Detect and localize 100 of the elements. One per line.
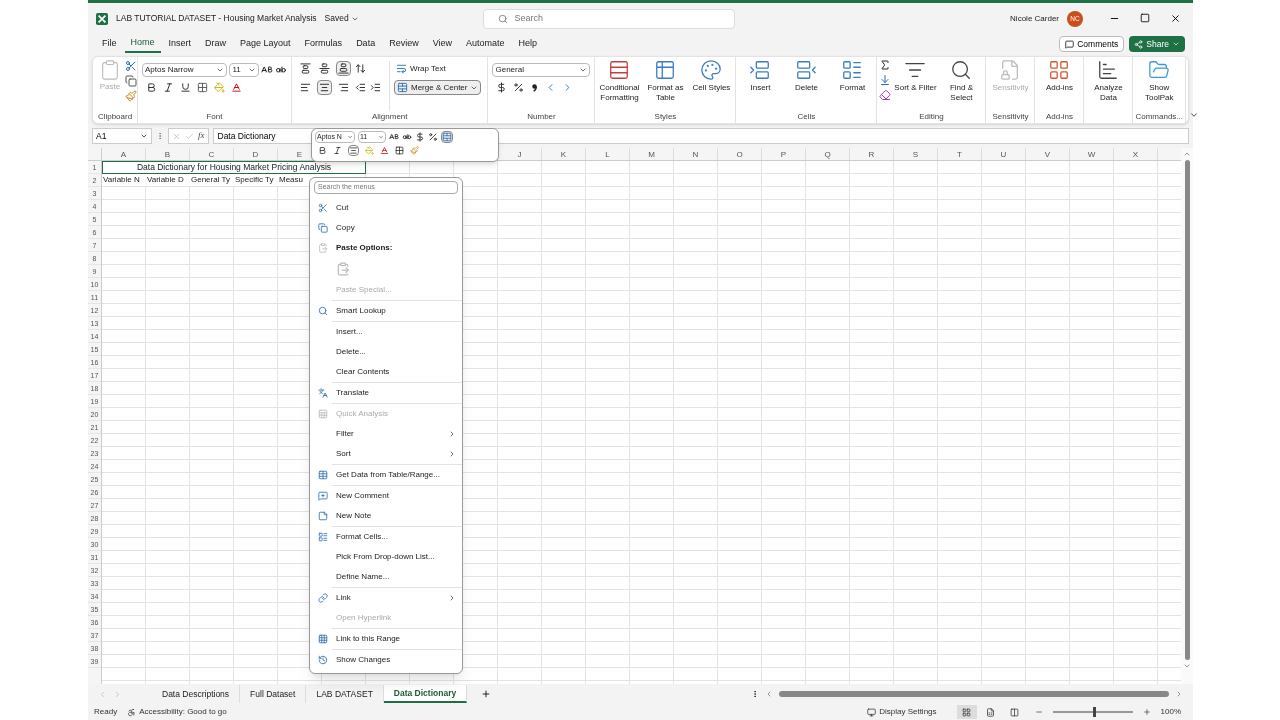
scroll-left-icon[interactable]: [765, 690, 773, 698]
column-header[interactable]: M: [630, 148, 674, 160]
center-align-button[interactable]: [348, 145, 359, 156]
middle-align-button[interactable]: [317, 61, 332, 76]
borders-icon[interactable]: [197, 82, 208, 93]
column-header[interactable]: V: [1026, 148, 1070, 160]
grow-font-icon[interactable]: [261, 64, 274, 76]
fill-color-icon[interactable]: [214, 82, 225, 93]
scroll-right-icon[interactable]: [1175, 690, 1183, 698]
eraser-icon[interactable]: [879, 89, 892, 101]
ribbon-button[interactable]: Show ToolPak: [1137, 57, 1182, 111]
table-cell[interactable]: General Ty: [190, 174, 234, 186]
name-box[interactable]: A1: [92, 128, 152, 144]
bold-icon[interactable]: [146, 82, 157, 93]
currency-icon[interactable]: [415, 132, 425, 142]
column-header[interactable]: X: [1114, 148, 1158, 160]
menu-item[interactable]: Translate: [310, 383, 462, 403]
fill-down-icon[interactable]: [879, 74, 892, 86]
column-header[interactable]: B: [146, 148, 190, 160]
increase-indent-icon[interactable]: [370, 82, 381, 93]
font-size-dropdown[interactable]: 11: [229, 63, 260, 77]
column-header[interactable]: D: [234, 148, 278, 160]
search-field[interactable]: Search: [483, 8, 736, 29]
copy-icon[interactable]: [125, 75, 137, 87]
column-header[interactable]: S: [894, 148, 938, 160]
maximize-icon[interactable]: [1140, 13, 1150, 23]
column-header[interactable]: N: [674, 148, 718, 160]
column-header[interactable]: O: [718, 148, 762, 160]
percent-icon[interactable]: [428, 132, 438, 142]
menu-tab[interactable]: View: [426, 35, 458, 53]
menu-item[interactable]: New Comment: [310, 486, 462, 506]
decrease-indent-icon[interactable]: [355, 82, 366, 93]
menu-tab[interactable]: Automate: [460, 35, 511, 53]
vertical-scrollbar[interactable]: [1181, 148, 1193, 684]
ribbon-button[interactable]: Analyze Data: [1086, 57, 1131, 111]
column-header[interactable]: W: [1070, 148, 1114, 160]
menu-tab[interactable]: Review: [383, 35, 425, 53]
center-align-button[interactable]: [317, 80, 332, 95]
ribbon-button[interactable]: Find & Select: [939, 57, 984, 111]
bold-icon[interactable]: [318, 146, 327, 155]
menu-item[interactable]: Copy: [310, 218, 462, 238]
underline-icon[interactable]: [180, 82, 191, 93]
ribbon-button[interactable]: Cell Styles: [689, 57, 734, 111]
comma-icon[interactable]: [530, 83, 540, 92]
menu-tab[interactable]: Page Layout: [234, 35, 297, 53]
sheet-tab[interactable]: Full Dataset: [240, 685, 307, 703]
merge-center-button[interactable]: [441, 131, 453, 143]
percent-icon[interactable]: [513, 82, 525, 93]
menu-tab[interactable]: Formulas: [298, 35, 349, 53]
share-button[interactable]: Share: [1129, 36, 1185, 52]
menu-item[interactable]: Sort: [310, 444, 462, 464]
font-color-icon[interactable]: [380, 146, 389, 155]
top-align-button[interactable]: [298, 61, 313, 76]
comments-button[interactable]: Comments: [1059, 36, 1125, 52]
orientation-icon[interactable]: [355, 63, 366, 74]
column-header[interactable]: L: [586, 148, 630, 160]
zoom-slider-thumb[interactable]: [1092, 707, 1096, 717]
column-header[interactable]: K: [542, 148, 586, 160]
ribbon-button[interactable]: Add-ins: [1037, 57, 1082, 111]
table-cell[interactable]: Variable N: [102, 174, 146, 186]
menu-item[interactable]: Define Name...: [310, 567, 462, 587]
add-sheet-icon[interactable]: [481, 689, 492, 699]
menu-item[interactable]: Link: [310, 588, 462, 608]
insert-function-button[interactable]: fx: [198, 129, 205, 143]
number-format-dropdown[interactable]: General: [492, 63, 591, 77]
menu-item[interactable]: Insert...: [310, 322, 462, 342]
collapse-ribbon-icon[interactable]: [1189, 110, 1200, 120]
grow-font-icon[interactable]: [389, 132, 399, 142]
sheet-tab[interactable]: LAB DATASET: [306, 685, 384, 703]
menu-item[interactable]: Link to this Range: [310, 629, 462, 649]
ribbon-button[interactable]: Sort & Filter: [893, 57, 938, 111]
display-settings-button[interactable]: Display Settings: [867, 706, 937, 718]
accessibility-button[interactable]: Accessibility: Good to go: [127, 706, 227, 718]
ribbon-button[interactable]: Format as Table: [643, 57, 688, 111]
column-header[interactable]: Q: [806, 148, 850, 160]
italic-icon[interactable]: [163, 82, 174, 93]
menu-tab[interactable]: Data: [350, 35, 382, 53]
table-cell[interactable]: Variable D: [146, 174, 190, 186]
ribbon-button[interactable]: Insert: [738, 57, 783, 111]
menu-item[interactable]: Filter: [310, 424, 462, 444]
close-icon[interactable]: [1170, 13, 1181, 24]
column-header[interactable]: R: [850, 148, 894, 160]
save-status[interactable]: Saved: [324, 12, 359, 25]
column-header[interactable]: T: [938, 148, 982, 160]
sheet-tab[interactable]: Data Dictionary: [383, 685, 468, 703]
font-name-dropdown[interactable]: Aptos Narrow: [142, 63, 228, 77]
menu-tab[interactable]: Insert: [162, 35, 198, 53]
fill-color-icon[interactable]: [365, 146, 374, 155]
menu-item[interactable]: Format Cells...: [310, 527, 462, 547]
ribbon-button[interactable]: Conditional Formatting: [597, 57, 642, 111]
menu-item[interactable]: Clear Contents: [310, 362, 462, 382]
table-cell[interactable]: Data Dictionary for Housing Market Pricing Analysis: [102, 161, 366, 174]
borders-icon[interactable]: [395, 146, 404, 155]
normal-view-button[interactable]: [956, 705, 977, 719]
menu-item[interactable]: New Note: [310, 506, 462, 526]
bottom-align-button[interactable]: [336, 61, 351, 76]
menu-tab[interactable]: Help: [512, 35, 544, 53]
table-cell[interactable]: Specific Ty: [234, 174, 278, 186]
shrink-font-icon[interactable]: [402, 132, 412, 142]
font-color-icon[interactable]: [231, 82, 242, 93]
